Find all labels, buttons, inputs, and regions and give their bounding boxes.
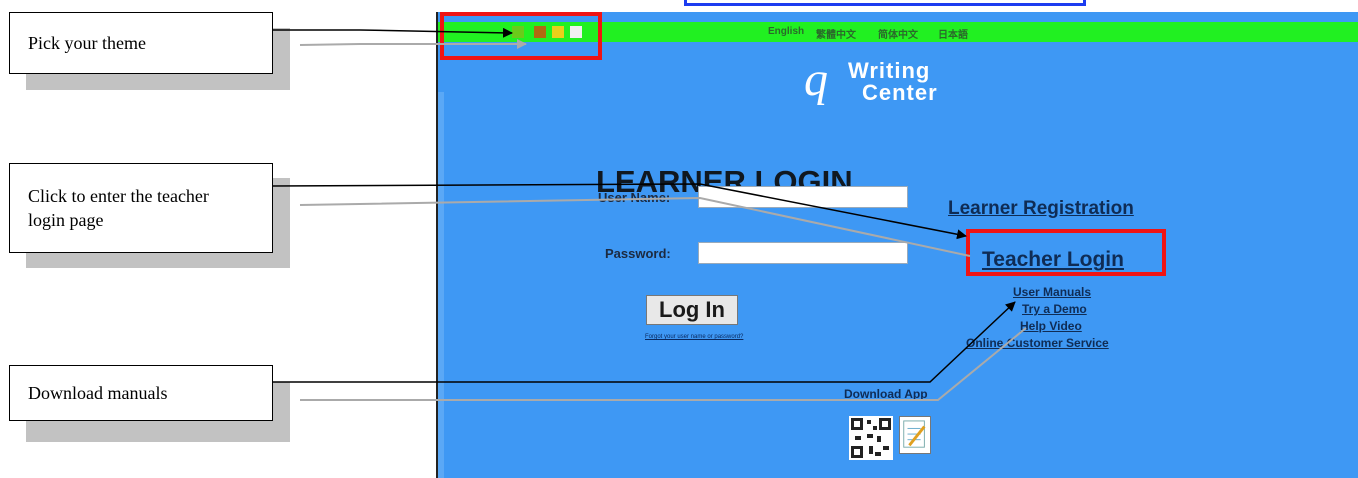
panel-edge-shade xyxy=(438,92,444,478)
lang-traditional-chinese[interactable]: 繁體中文 xyxy=(816,26,856,41)
qr-code-icon xyxy=(849,416,893,460)
writing-center-logo: q Writing Center xyxy=(804,50,1004,126)
callout-download-manuals-text: Download manuals xyxy=(9,365,273,421)
lang-english[interactable]: English xyxy=(768,26,804,37)
callout-teacher-login-text: Click to enter the teacher login page xyxy=(9,163,273,253)
help-video-link[interactable]: Help Video xyxy=(1020,319,1082,333)
app-notebook-icon[interactable] xyxy=(899,416,931,454)
logo-line-2: Center xyxy=(862,80,938,105)
learner-registration-link[interactable]: Learner Registration xyxy=(948,198,1134,220)
teacher-login-highlight-box xyxy=(966,229,1166,276)
forgot-credentials-link[interactable]: Forgot your user name or password? xyxy=(645,334,743,340)
login-button[interactable]: Log In xyxy=(646,295,738,325)
download-app-link[interactable]: Download App xyxy=(844,387,928,401)
callout-theme-text: Pick your theme xyxy=(9,12,273,74)
url-bar xyxy=(684,0,1086,6)
theme-highlight-box xyxy=(440,12,602,60)
password-label: Password: xyxy=(605,246,671,261)
online-customer-service-link[interactable]: Online Customer Service xyxy=(966,336,1109,350)
screenshot-panel: English 繁體中文 简体中文 日本語 q Writing Center L… xyxy=(436,12,1358,478)
username-label: User Name: xyxy=(598,190,671,205)
username-input[interactable] xyxy=(698,186,908,208)
lang-japanese[interactable]: 日本語 xyxy=(938,26,968,41)
password-input[interactable] xyxy=(698,242,908,264)
logo-letter: q xyxy=(804,53,828,106)
user-manuals-link[interactable]: User Manuals xyxy=(1013,285,1091,299)
lang-simplified-chinese[interactable]: 简体中文 xyxy=(878,26,918,41)
try-demo-link[interactable]: Try a Demo xyxy=(1022,302,1087,316)
